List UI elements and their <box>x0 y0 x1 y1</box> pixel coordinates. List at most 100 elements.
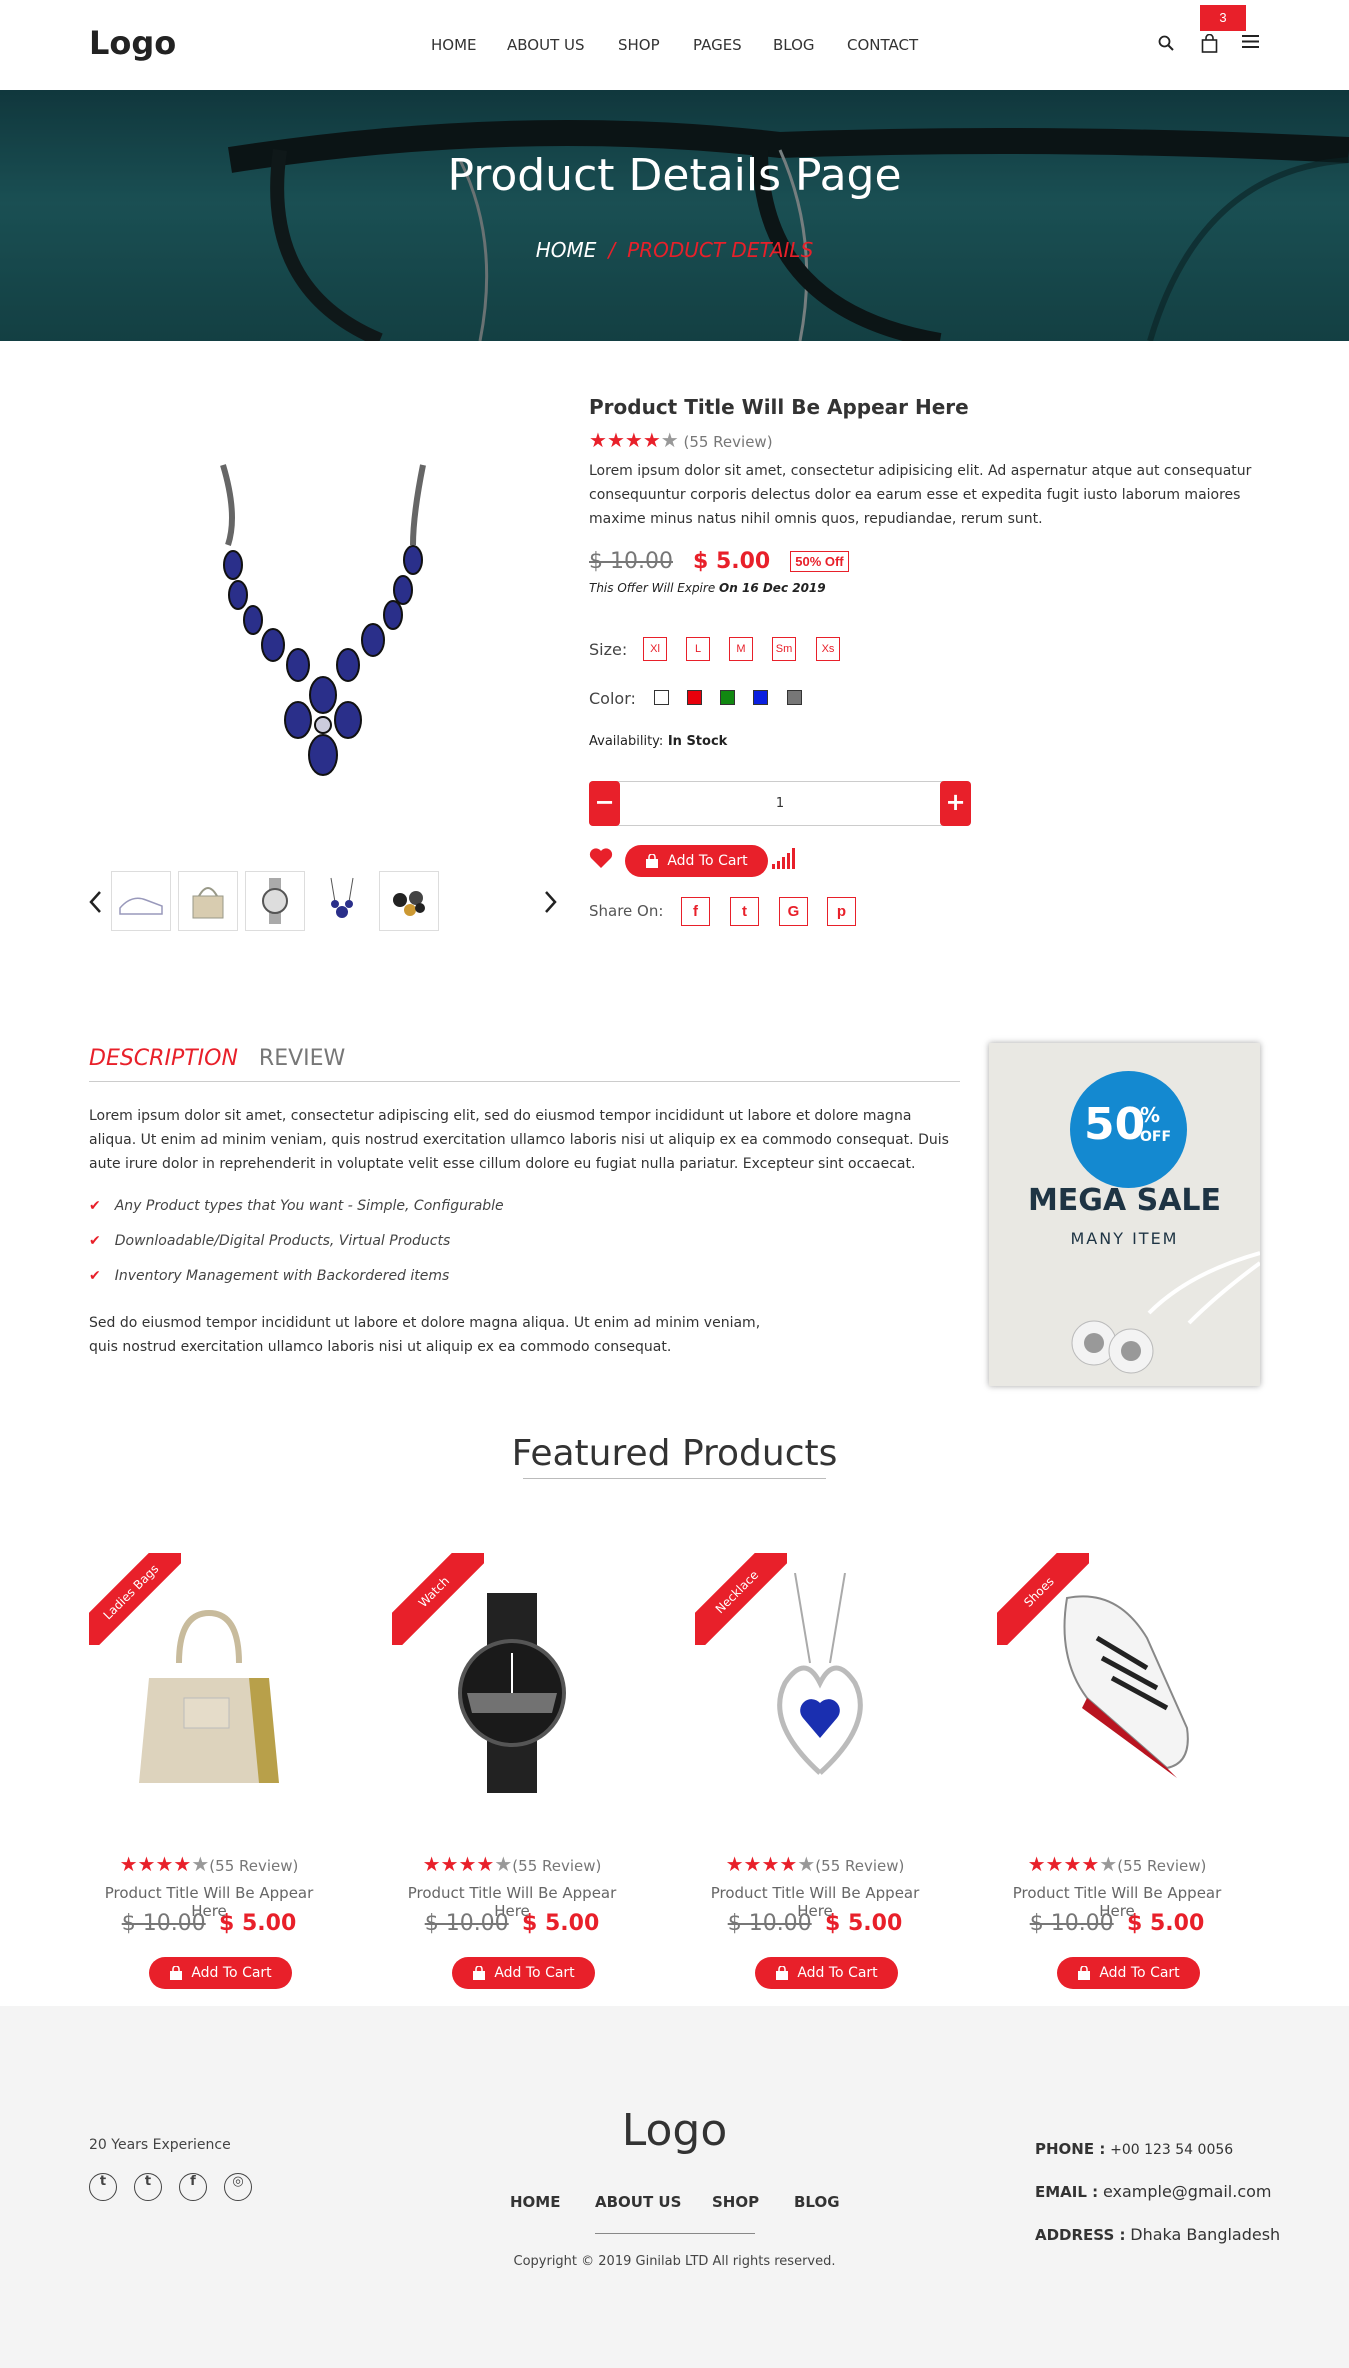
product-card[interactable]: Shoes ★★★★★(55 Review) Product Title Wil… <box>997 1553 1237 2003</box>
product-main-image <box>178 455 478 795</box>
product-card[interactable]: Necklace ★★★★★(55 Review) Product Title … <box>695 1553 935 2003</box>
thumb-next-icon[interactable] <box>544 890 558 914</box>
promo-headline: MEGA SALE <box>1027 1183 1222 1218</box>
nav-home[interactable]: HOME <box>431 36 477 54</box>
thumbnail-bag[interactable] <box>178 871 238 931</box>
size-option-sm[interactable]: Sm <box>772 637 796 661</box>
promo-circle: 50 % OFF <box>1070 1071 1187 1188</box>
star-icon: ★ <box>422 1852 441 1876</box>
product-card[interactable]: Ladies Bags ★★★★★(55 Review) Product Tit… <box>89 1553 329 2003</box>
product-card[interactable]: Watch ★★★★★(55 Review) Product Title Wil… <box>392 1553 632 2003</box>
star-icon: ★ <box>119 1852 138 1876</box>
add-to-cart-button[interactable]: Add To Cart <box>625 845 768 877</box>
add-to-cart-button[interactable]: Add To Cart <box>755 1957 898 1989</box>
shopping-bag-icon <box>646 854 659 868</box>
nav-shop[interactable]: SHOP <box>618 36 660 54</box>
color-swatch-gray[interactable] <box>787 690 802 705</box>
tab-description[interactable]: DESCRIPTION <box>89 1046 238 1071</box>
footer-nav-shop[interactable]: SHOP <box>712 2193 759 2211</box>
cart-count-badge: 3 <box>1200 5 1246 31</box>
shopping-bag-icon <box>473 1966 486 1980</box>
quantity-input[interactable] <box>624 787 936 819</box>
featured-title-underline <box>523 1478 826 1479</box>
size-option-m[interactable]: M <box>729 637 753 661</box>
logo[interactable]: Logo <box>89 24 176 62</box>
star-icon: ★ <box>458 1852 477 1876</box>
search-icon[interactable] <box>1158 35 1174 51</box>
add-to-cart-button[interactable]: Add To Cart <box>149 1957 292 1989</box>
nav-pages[interactable]: PAGES <box>693 36 742 54</box>
footer-nav-home[interactable]: HOME <box>510 2193 560 2211</box>
mega-sale-promo[interactable]: 50 % OFF MEGA SALE MANY ITEM <box>989 1043 1260 1386</box>
instagram-icon[interactable]: ◎ <box>224 2173 252 2201</box>
star-icon: ★ <box>624 428 643 452</box>
tumblr-icon[interactable]: t <box>134 2173 162 2201</box>
review-count: (55 Review) <box>1117 1857 1207 1875</box>
review-count[interactable]: (55 Review) <box>683 433 772 451</box>
size-option-xs[interactable]: Xs <box>816 637 840 661</box>
star-icon: ★ <box>191 1852 210 1876</box>
glasses-illustration <box>0 90 1349 341</box>
twitter-icon[interactable]: t <box>89 2173 117 2201</box>
star-icon: ★ <box>173 1852 192 1876</box>
breadcrumb-home[interactable]: HOME <box>536 238 597 262</box>
availability-label: Availability: <box>589 734 664 749</box>
star-icon: ★ <box>1027 1852 1046 1876</box>
star-icon: ★ <box>1081 1852 1100 1876</box>
add-to-cart-button[interactable]: Add To Cart <box>1057 1957 1200 1989</box>
footer-nav-blog[interactable]: BLOG <box>794 2193 840 2211</box>
breadcrumb-separator: / <box>608 238 616 262</box>
twitter-share-icon[interactable]: t <box>730 897 759 926</box>
thumb-prev-icon[interactable] <box>88 890 102 914</box>
nav-about-us[interactable]: ABOUT US <box>507 36 585 54</box>
product-rating: ★★★★★(55 Review) <box>392 1852 632 1876</box>
tab-review[interactable]: REVIEW <box>259 1046 345 1071</box>
facebook-share-icon[interactable]: f <box>681 897 710 926</box>
quantity-increase-button[interactable]: + <box>940 781 971 826</box>
feature-item: ✔ Any Product types that You want - Simpl… <box>89 1198 504 1214</box>
pinterest-share-icon[interactable]: p <box>827 897 856 926</box>
cart-icon[interactable] <box>1201 34 1218 53</box>
star-icon: ★ <box>1063 1852 1082 1876</box>
thumbnail-jewelry[interactable] <box>379 871 439 931</box>
discount-badge: 50% Off <box>790 551 849 572</box>
promo-percent-sign: % <box>1140 1103 1161 1127</box>
color-swatch-green[interactable] <box>720 690 735 705</box>
earphones-illustration <box>1071 1251 1260 1374</box>
menu-icon[interactable] <box>1242 35 1259 48</box>
quantity-decrease-button[interactable]: − <box>589 781 620 826</box>
color-label: Color: <box>589 689 636 708</box>
new-price: $ 5.00 <box>692 549 771 574</box>
feature-item: ✔ Downloadable/Digital Products, Virtual … <box>89 1233 451 1249</box>
color-swatch-white[interactable] <box>654 690 669 705</box>
review-count: (55 Review) <box>512 1857 602 1875</box>
star-icon: ★ <box>440 1852 459 1876</box>
site-header: Logo HOME ABOUT US SHOP PAGES BLOG CONTA… <box>0 0 1349 90</box>
thumbnail-watch[interactable] <box>245 871 305 931</box>
size-option-l[interactable]: L <box>686 637 710 661</box>
google-share-icon[interactable]: G <box>779 897 808 926</box>
size-option-xl[interactable]: Xl <box>643 637 667 661</box>
compare-signal-icon[interactable] <box>772 847 796 869</box>
thumbnail-necklace[interactable] <box>312 871 372 931</box>
nav-contact[interactable]: CONTACT <box>847 36 918 54</box>
star-icon: ★ <box>606 428 625 452</box>
nav-blog[interactable]: BLOG <box>773 36 815 54</box>
thumbnail-shoes[interactable] <box>111 871 171 931</box>
breadcrumb-current: PRODUCT DETAILS <box>627 238 814 262</box>
add-to-cart-button[interactable]: Add To Cart <box>452 1957 595 1989</box>
add-to-cart-label: Add To Cart <box>667 853 748 869</box>
product-rating: ★★★★★(55 Review) <box>89 1852 329 1876</box>
color-swatch-blue[interactable] <box>753 690 768 705</box>
footer-nav-about-us[interactable]: ABOUT US <box>595 2193 681 2211</box>
product-image-necklace <box>777 1573 863 1775</box>
facebook-icon[interactable]: f <box>179 2173 207 2201</box>
wishlist-heart-icon[interactable] <box>589 848 613 869</box>
check-icon: ✔ <box>89 1198 101 1214</box>
star-icon: ★ <box>589 428 607 452</box>
share-label: Share On: <box>589 902 664 920</box>
hero-banner: Product Details Page HOME / PRODUCT DETAIL… <box>0 90 1349 341</box>
star-icon: ★ <box>137 1852 156 1876</box>
description-text: Lorem ipsum dolor sit amet, consectetur … <box>89 1108 949 1172</box>
color-swatch-red[interactable] <box>687 690 702 705</box>
